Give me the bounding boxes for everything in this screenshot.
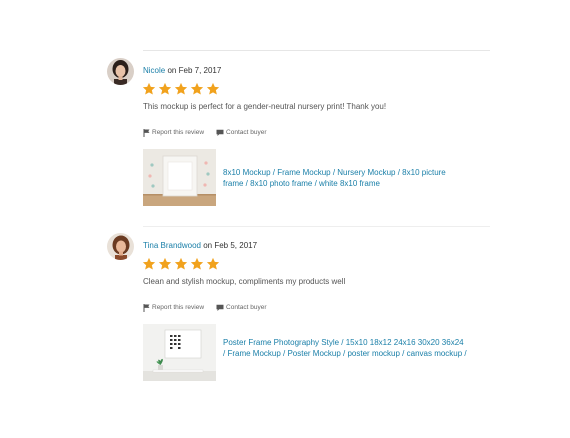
star-icon xyxy=(206,257,220,270)
star-rating xyxy=(142,257,220,271)
report-review-link[interactable]: Report this review xyxy=(143,128,204,137)
star-rating xyxy=(142,82,220,96)
speech-bubble-icon xyxy=(216,129,224,136)
star-icon xyxy=(158,257,172,270)
listing-thumbnail[interactable] xyxy=(143,149,216,206)
review-text: Clean and stylish mockup, compliments my… xyxy=(143,277,346,286)
star-icon xyxy=(174,257,188,270)
contact-buyer-link[interactable]: Contact buyer xyxy=(216,128,267,137)
star-icon xyxy=(174,82,188,95)
top-divider xyxy=(143,50,490,51)
star-icon xyxy=(206,82,220,95)
review-meta: Tina Brandwood on Feb 5, 2017 xyxy=(143,241,257,251)
flag-icon xyxy=(143,303,150,312)
star-icon xyxy=(190,82,204,95)
date-prefix: on xyxy=(167,66,177,75)
star-icon xyxy=(142,257,156,270)
review-actions: Report this review Contact buyer xyxy=(143,128,267,137)
speech-bubble-icon xyxy=(216,304,224,311)
contact-buyer-label: Contact buyer xyxy=(226,304,267,311)
reviewer-name-link[interactable]: Nicole xyxy=(143,66,165,75)
avatar[interactable] xyxy=(107,233,134,260)
report-review-link[interactable]: Report this review xyxy=(143,303,204,312)
star-icon xyxy=(158,82,172,95)
avatar[interactable] xyxy=(107,58,134,85)
star-icon xyxy=(190,257,204,270)
review-date: Feb 7, 2017 xyxy=(178,66,222,75)
contact-buyer-label: Contact buyer xyxy=(226,129,267,136)
review-meta: Nicole on Feb 7, 2017 xyxy=(143,66,221,76)
review-actions: Report this review Contact buyer xyxy=(143,303,267,312)
report-review-label: Report this review xyxy=(152,129,205,136)
listing-thumbnail[interactable] xyxy=(143,324,216,381)
review-divider xyxy=(143,226,490,227)
reviews-page: Nicole on Feb 7, 2017 This mockup is per… xyxy=(0,0,570,438)
review-date: Feb 5, 2017 xyxy=(214,241,258,250)
listing-title-link[interactable]: 8x10 Mockup / Frame Mockup / Nursery Moc… xyxy=(223,167,468,189)
review-text: This mockup is perfect for a gender-neut… xyxy=(143,102,387,111)
reviewer-name-link[interactable]: Tina Brandwood xyxy=(143,241,201,250)
report-review-label: Report this review xyxy=(152,304,205,311)
contact-buyer-link[interactable]: Contact buyer xyxy=(216,303,267,312)
date-prefix: on xyxy=(203,241,213,250)
star-icon xyxy=(142,82,156,95)
listing-title-link[interactable]: Poster Frame Photography Style / 15x10 1… xyxy=(223,337,468,359)
flag-icon xyxy=(143,128,150,137)
